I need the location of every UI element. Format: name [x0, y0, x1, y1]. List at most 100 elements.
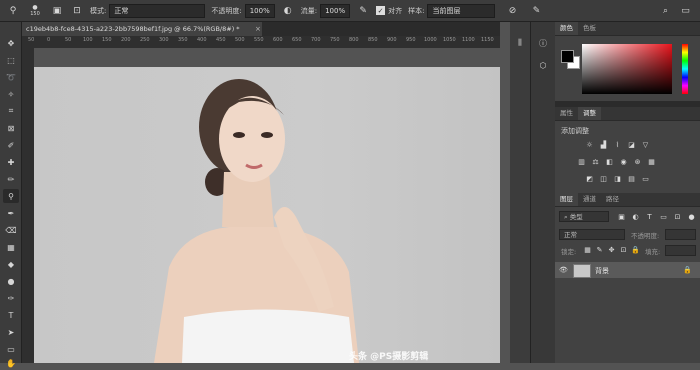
tab-channels[interactable]: 通道	[578, 193, 601, 206]
hue-saturation-icon[interactable]: ▥	[577, 158, 586, 166]
panel-collapse-icon[interactable]: ⫼	[512, 36, 528, 50]
clone-stamp-tool-icon[interactable]: ⚲	[3, 189, 19, 203]
move-tool-icon[interactable]: ✥	[3, 36, 19, 50]
canvas-area[interactable]: 头条 @PS摄影剪辑	[34, 48, 500, 363]
tab-swatches[interactable]: 色板	[578, 22, 601, 35]
color-panel-tabs: 颜色 色板	[555, 22, 700, 36]
history-brush-tool-icon[interactable]: ✒	[3, 206, 19, 220]
pressure-opacity-icon[interactable]: ◐	[281, 4, 295, 18]
portrait-photo[interactable]	[34, 67, 500, 363]
filter-pixel-icon[interactable]: ▣	[617, 213, 626, 221]
ignore-adjustment-icon[interactable]: ⊘	[505, 4, 519, 18]
layer-row[interactable]: 👁 背景 🔒	[555, 262, 700, 278]
filter-type-icon[interactable]: T	[645, 213, 654, 221]
posterize-icon[interactable]: ◫	[599, 175, 608, 183]
lock-image-icon[interactable]: ✎	[595, 246, 604, 254]
marquee-tool-icon[interactable]: ⬚	[3, 53, 19, 67]
lock-all-icon[interactable]: 🔒	[631, 246, 640, 254]
align-checkbox[interactable]: ✓	[376, 6, 386, 15]
tab-paths[interactable]: 路径	[601, 193, 624, 206]
brightness-icon[interactable]: ☼	[585, 141, 594, 149]
levels-icon[interactable]: ▟	[599, 141, 608, 149]
filter-smart-object-icon[interactable]: ⊡	[673, 213, 682, 221]
gradient-map-icon[interactable]: ▤	[627, 175, 636, 183]
filter-shape-icon[interactable]: ▭	[659, 213, 668, 221]
brush-panel-icon[interactable]: ▣	[50, 4, 64, 18]
color-panel: 颜色 色板	[555, 22, 700, 101]
gradient-tool-icon[interactable]: ▦	[3, 240, 19, 254]
hue-slider[interactable]	[682, 44, 688, 94]
channel-mixer-icon[interactable]: ⊛	[633, 158, 642, 166]
3d-cube-icon[interactable]: ⬡	[535, 58, 551, 72]
ruler-mark: 1100	[462, 37, 475, 43]
ruler-mark: 400	[197, 37, 207, 43]
color-field[interactable]	[582, 44, 672, 94]
color-lookup-icon[interactable]: ▦	[647, 158, 656, 166]
visibility-eye-icon[interactable]: 👁	[559, 266, 568, 274]
document-tab-bar: c19eb4b8-fce8-4315-a223-2bb7598bef1f.jpg…	[22, 22, 500, 36]
frame-tool-icon[interactable]: ⊠	[3, 121, 19, 135]
color-balance-icon[interactable]: ⚖	[591, 158, 600, 166]
sample-select[interactable]: 当前图层	[427, 3, 496, 18]
filter-toggle-icon[interactable]: ●	[687, 213, 696, 221]
search-icon[interactable]: ⌕	[658, 4, 672, 18]
hand-tool-icon[interactable]: ✋	[3, 356, 19, 370]
fill-input[interactable]	[665, 245, 696, 256]
lock-artboard-icon[interactable]: ⊡	[619, 246, 628, 254]
eyedropper-tool-icon[interactable]: ✐	[3, 138, 19, 152]
threshold-icon[interactable]: ◨	[613, 175, 622, 183]
ruler-mark: 700	[311, 37, 321, 43]
path-select-tool-icon[interactable]: ➤	[3, 325, 19, 339]
clone-stamp-tool-icon[interactable]: ⚲	[6, 4, 20, 18]
exposure-icon[interactable]: ◪	[627, 141, 636, 149]
add-adjustment-label: 添加调整	[561, 127, 589, 135]
airbrush-icon[interactable]: ✎	[356, 4, 370, 18]
pressure-size-icon[interactable]: ✎	[529, 4, 543, 18]
vibrance-icon[interactable]: ▽	[641, 141, 650, 149]
layer-name[interactable]: 背景	[595, 266, 609, 276]
clone-source-panel-icon[interactable]: ⊡	[70, 4, 84, 18]
layer-filter-select[interactable]: ⌕ 类型	[559, 211, 609, 222]
rectangle-tool-icon[interactable]: ▭	[3, 342, 19, 356]
pen-tool-icon[interactable]: ✑	[3, 291, 19, 305]
eraser-tool-icon[interactable]: ⌫	[3, 223, 19, 237]
lock-transparent-icon[interactable]: ▦	[583, 246, 592, 254]
tab-layers[interactable]: 图层	[555, 193, 578, 206]
brush-size-value: 150	[30, 11, 40, 17]
invert-icon[interactable]: ◩	[585, 175, 594, 183]
crop-tool-icon[interactable]: ⌗	[3, 104, 19, 118]
dodge-tool-icon[interactable]: ●	[3, 274, 19, 288]
healing-brush-tool-icon[interactable]: ✚	[3, 155, 19, 169]
layer-opacity-input[interactable]	[665, 229, 696, 240]
tab-adjustments[interactable]: 调整	[578, 107, 601, 120]
type-tool-icon[interactable]: T	[3, 308, 19, 322]
opacity-input[interactable]: 100%	[244, 3, 275, 18]
lock-position-icon[interactable]: ✥	[607, 246, 616, 254]
mode-select[interactable]: 正常	[109, 3, 206, 18]
quick-select-tool-icon[interactable]: ✧	[3, 87, 19, 101]
tab-color[interactable]: 颜色	[555, 22, 578, 35]
foreground-color-swatch[interactable]	[561, 50, 574, 63]
tab-properties[interactable]: 属性	[555, 107, 578, 120]
close-icon[interactable]: ×	[255, 22, 261, 36]
selective-color-icon[interactable]: ▭	[641, 175, 650, 183]
blend-mode-select[interactable]: 正常	[559, 229, 625, 240]
filter-adjustment-icon[interactable]: ◐	[631, 213, 640, 221]
document-tab[interactable]: c19eb4b8-fce8-4315-a223-2bb7598bef1f.jpg…	[22, 22, 262, 36]
tools-panel: ✥ ⬚ ➰ ✧ ⌗ ⊠ ✐ ✚ ✏ ⚲ ✒ ⌫ ▦ ◆ ● ✑ T ➤ ▭ ✋	[0, 22, 22, 368]
info-icon[interactable]: ⓘ	[535, 36, 551, 50]
ruler-mark: 950	[406, 37, 416, 43]
photo-filter-icon[interactable]: ◉	[619, 158, 628, 166]
ruler-mark: 600	[273, 37, 283, 43]
brush-tool-icon[interactable]: ✏	[3, 172, 19, 186]
ruler-mark: 50	[65, 37, 72, 43]
black-white-icon[interactable]: ◧	[605, 158, 614, 166]
workspace-icon[interactable]: ▭	[678, 4, 692, 18]
curves-icon[interactable]: ⌇	[613, 141, 622, 149]
flow-input[interactable]: 100%	[320, 3, 351, 18]
face-shape	[219, 96, 285, 182]
brush-preset-icon[interactable]: ● 150	[26, 4, 44, 18]
lasso-tool-icon[interactable]: ➰	[3, 70, 19, 84]
blur-tool-icon[interactable]: ◆	[3, 257, 19, 271]
ruler-mark: 200	[121, 37, 131, 43]
